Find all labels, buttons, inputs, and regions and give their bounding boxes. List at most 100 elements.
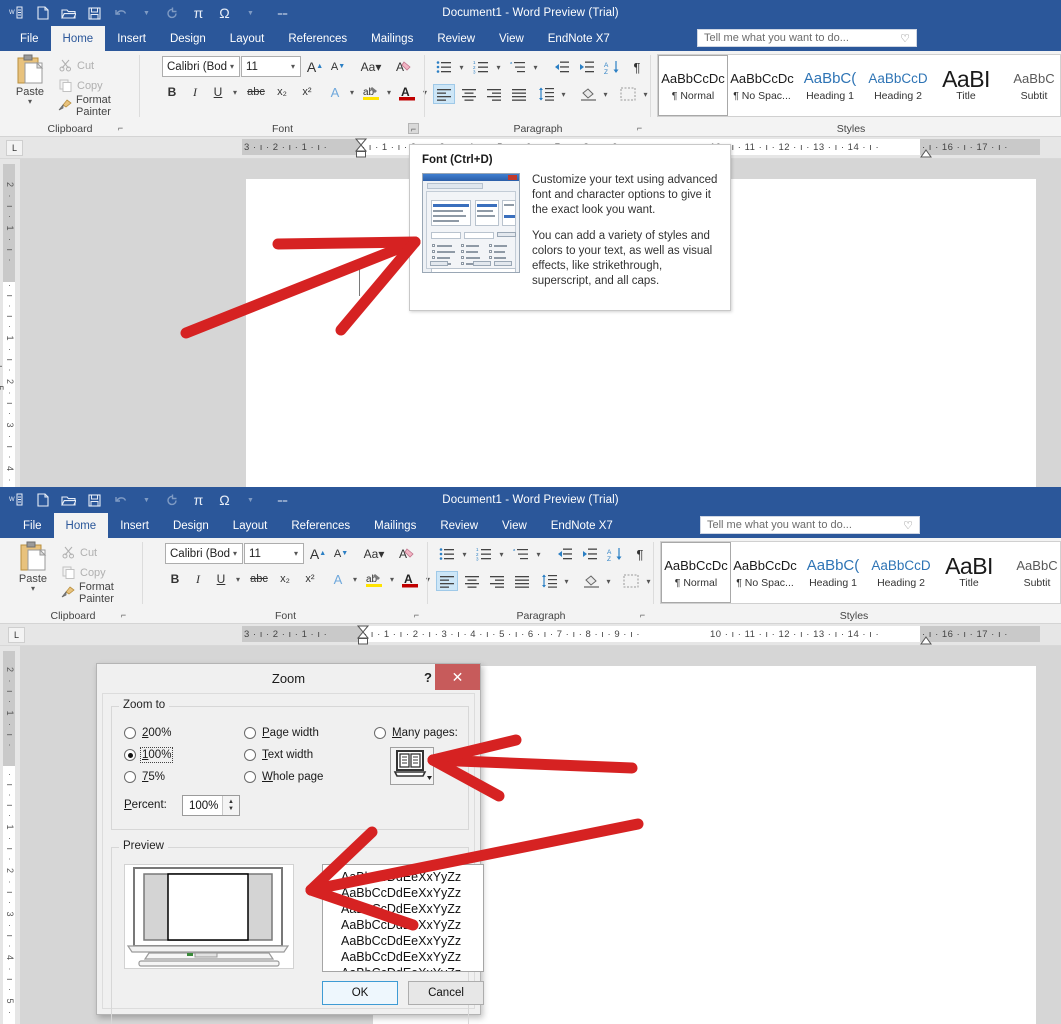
change-case-button[interactable]: Aa ▾ xyxy=(354,56,388,77)
tab-stop-selector[interactable]: L xyxy=(8,627,25,643)
tab-review[interactable]: Review xyxy=(425,26,487,51)
multilevel-list-button[interactable]: a xyxy=(507,57,529,77)
strikethrough-button[interactable]: abc xyxy=(244,82,268,102)
copy-button[interactable]: Copy xyxy=(58,77,103,94)
style-title[interactable]: AaBI Title xyxy=(932,55,1000,116)
style-subtitle[interactable]: AaBbC Subtit xyxy=(1000,55,1061,116)
subscript-button[interactable]: x₂ xyxy=(274,569,296,589)
borders-button[interactable] xyxy=(620,571,642,591)
style-heading-1[interactable]: AaBbC( Heading 1 xyxy=(799,542,867,603)
style-no-spacing[interactable]: AaBbCcDc ¶ No Spac... xyxy=(728,55,796,116)
multilevel-list-dropdown-caret[interactable]: ▾ xyxy=(530,57,541,77)
tab-layout[interactable]: Layout xyxy=(218,26,277,51)
shrink-font-button[interactable]: A ▼ xyxy=(331,543,351,564)
shading-button[interactable] xyxy=(577,84,599,104)
tab-review[interactable]: Review xyxy=(428,513,490,538)
cut-button[interactable]: Cut xyxy=(58,57,94,74)
numbering-button[interactable]: 123 xyxy=(470,57,492,77)
spinner-arrows[interactable]: ▲ ▼ xyxy=(222,796,239,815)
text-effects-dropdown-caret[interactable]: ▾ xyxy=(349,569,361,589)
decrease-indent-button[interactable] xyxy=(550,57,572,77)
align-left-button[interactable] xyxy=(433,84,455,104)
zoom-dialog[interactable]: Zoom ? ✕ Zoom to 200% 100% 75% Page widt… xyxy=(96,663,484,1024)
bullets-button[interactable] xyxy=(433,57,455,77)
cut-button[interactable]: Cut xyxy=(61,544,97,561)
font-dialog-launcher[interactable]: ⌐ xyxy=(408,123,419,134)
ok-button[interactable]: OK xyxy=(322,981,398,1005)
styles-gallery[interactable]: AaBbCcDc ¶ Normal AaBbCcDc ¶ No Spac... … xyxy=(660,541,1061,604)
italic-button[interactable]: I xyxy=(188,569,208,589)
tell-me-search-box[interactable]: Tell me what you want to do... ♡ xyxy=(700,516,920,534)
increase-indent-button[interactable] xyxy=(578,544,600,564)
borders-button[interactable] xyxy=(617,84,639,104)
text-highlight-button[interactable]: ab xyxy=(363,569,385,589)
clipboard-dialog-launcher[interactable]: ⌐ xyxy=(118,610,129,621)
clear-formatting-button[interactable]: A xyxy=(396,543,418,564)
underline-button[interactable]: U xyxy=(208,82,228,102)
line-spacing-button[interactable] xyxy=(535,84,557,104)
shading-dropdown-caret[interactable]: ▾ xyxy=(600,84,611,104)
shrink-font-button[interactable]: A ▼ xyxy=(328,56,348,77)
chevron-down-icon[interactable]: ▾ xyxy=(230,549,240,558)
text-effects-button[interactable]: A xyxy=(328,569,348,589)
numbering-button[interactable]: 123 xyxy=(473,544,495,564)
align-right-button[interactable] xyxy=(483,84,505,104)
tab-insert[interactable]: Insert xyxy=(108,513,161,538)
text-highlight-dropdown-caret[interactable]: ▾ xyxy=(386,569,398,589)
cancel-button[interactable]: Cancel xyxy=(408,981,484,1005)
font-name-combo[interactable]: Calibri (Body ▾ xyxy=(165,543,243,564)
line-spacing-dropdown-caret[interactable]: ▾ xyxy=(558,84,569,104)
align-right-button[interactable] xyxy=(486,571,508,591)
font-dialog-launcher[interactable]: ⌐ xyxy=(411,610,422,621)
tab-file[interactable]: File xyxy=(11,513,54,538)
chevron-down-icon[interactable]: ▾ xyxy=(288,62,298,71)
bullets-button[interactable] xyxy=(436,544,458,564)
copy-button[interactable]: Copy xyxy=(61,564,106,581)
radio-text-width[interactable]: Text width xyxy=(244,749,313,761)
style-subtitle[interactable]: AaBbC Subtit xyxy=(1003,542,1061,603)
paste-dropdown-caret[interactable]: ▾ xyxy=(8,98,52,106)
grow-font-button[interactable]: A ▲ xyxy=(308,543,328,564)
close-button[interactable]: ✕ xyxy=(435,664,480,690)
tab-design[interactable]: Design xyxy=(161,513,221,538)
tab-design[interactable]: Design xyxy=(158,26,218,51)
change-case-button[interactable]: Aa ▾ xyxy=(357,543,391,564)
tab-endnote[interactable]: EndNote X7 xyxy=(536,26,622,51)
tab-references[interactable]: References xyxy=(279,513,362,538)
increase-indent-button[interactable] xyxy=(575,57,597,77)
paste-button[interactable]: Paste ▾ xyxy=(11,540,55,593)
radio-100-percent[interactable]: 100% xyxy=(124,747,174,763)
tab-layout[interactable]: Layout xyxy=(221,513,280,538)
underline-dropdown-caret[interactable]: ▾ xyxy=(232,569,244,589)
superscript-button[interactable]: x² xyxy=(299,569,321,589)
bullets-dropdown-caret[interactable]: ▾ xyxy=(459,544,470,564)
font-size-combo[interactable]: 11 ▾ xyxy=(241,56,301,77)
chevron-down-icon[interactable]: ▾ xyxy=(291,549,301,558)
horizontal-ruler[interactable]: L 3 · ı · 2 · ı · 1 · ı · · ı · 1 · ı · … xyxy=(0,624,1061,646)
help-button[interactable]: ? xyxy=(424,670,432,685)
numbering-dropdown-caret[interactable]: ▾ xyxy=(493,57,504,77)
line-spacing-button[interactable] xyxy=(538,571,560,591)
show-formatting-marks-button[interactable]: ¶ xyxy=(626,57,648,77)
show-formatting-marks-button[interactable]: ¶ xyxy=(629,544,651,564)
style-heading-2[interactable]: AaBbCcD Heading 2 xyxy=(864,55,932,116)
style-normal[interactable]: AaBbCcDc ¶ Normal xyxy=(658,55,728,116)
sort-button[interactable]: AZ xyxy=(601,57,623,77)
font-color-button[interactable]: A xyxy=(399,569,421,589)
format-painter-button[interactable]: Format Painter xyxy=(61,581,143,605)
tab-view[interactable]: View xyxy=(487,26,536,51)
bold-button[interactable]: B xyxy=(165,569,185,589)
tab-insert[interactable]: Insert xyxy=(105,26,158,51)
tell-me-search-box[interactable]: Tell me what you want to do... ♡ xyxy=(697,29,917,47)
align-center-button[interactable] xyxy=(461,571,483,591)
style-title[interactable]: AaBI Title xyxy=(935,542,1003,603)
paragraph-dialog-launcher[interactable]: ⌐ xyxy=(634,123,645,134)
text-effects-dropdown-caret[interactable]: ▾ xyxy=(346,82,358,102)
chevron-down-icon[interactable]: ▾ xyxy=(227,62,237,71)
tab-view[interactable]: View xyxy=(490,513,539,538)
superscript-button[interactable]: x² xyxy=(296,82,318,102)
many-pages-button[interactable] xyxy=(390,747,434,785)
clipboard-dialog-launcher[interactable]: ⌐ xyxy=(115,123,126,134)
styles-gallery[interactable]: AaBbCcDc ¶ Normal AaBbCcDc ¶ No Spac... … xyxy=(657,54,1061,117)
grow-font-button[interactable]: A ▲ xyxy=(305,56,325,77)
